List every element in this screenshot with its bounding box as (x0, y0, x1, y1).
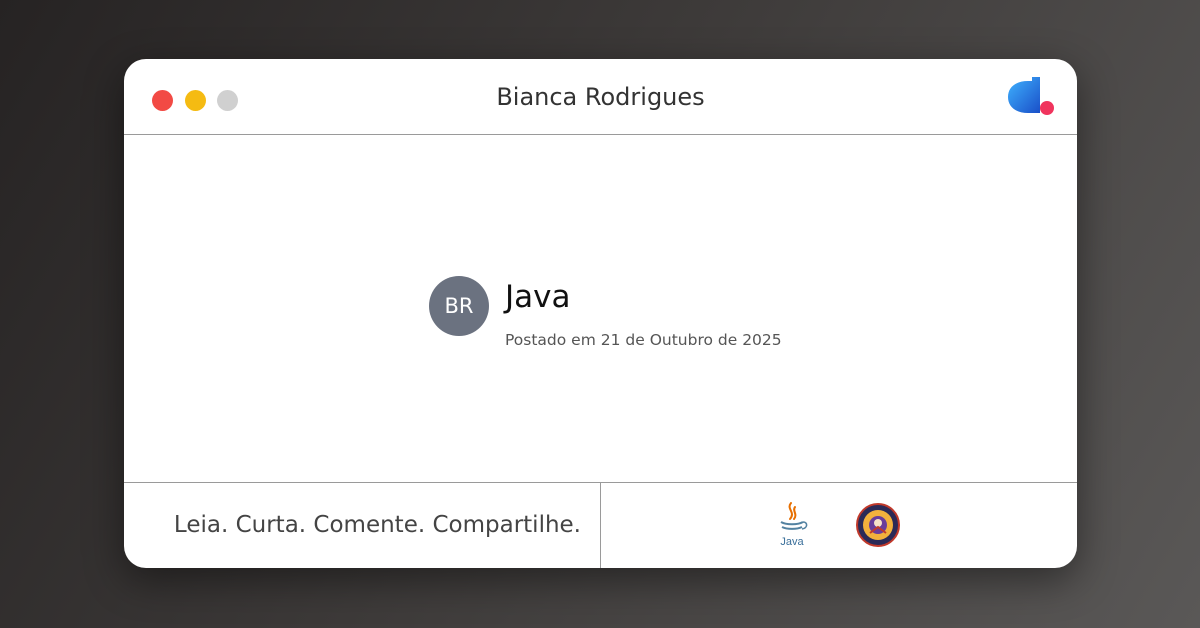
title-bar: Bianca Rodrigues (124, 59, 1077, 135)
post-area: BR Java Postado em 21 de Outubro de 2025 (124, 135, 1077, 482)
window-title: Bianca Rodrigues (496, 83, 705, 111)
brand-logo-icon (1008, 77, 1054, 115)
slogan: Leia. Curta. Comente. Compartilhe. (173, 512, 581, 538)
app-window: Bianca Rodrigues BR Java Postado em 21 d… (124, 59, 1077, 568)
footer-divider (600, 483, 601, 568)
community-badge-icon (856, 503, 900, 547)
avatar: BR (429, 276, 489, 336)
post-date: Postado em 21 de Outubro de 2025 (505, 331, 782, 349)
post-title[interactable]: Java (505, 279, 570, 315)
java-logo-icon: Java (780, 502, 808, 548)
java-logo-label: Java (780, 536, 804, 548)
footer: Leia. Curta. Comente. Compartilhe. Java (124, 482, 1077, 568)
